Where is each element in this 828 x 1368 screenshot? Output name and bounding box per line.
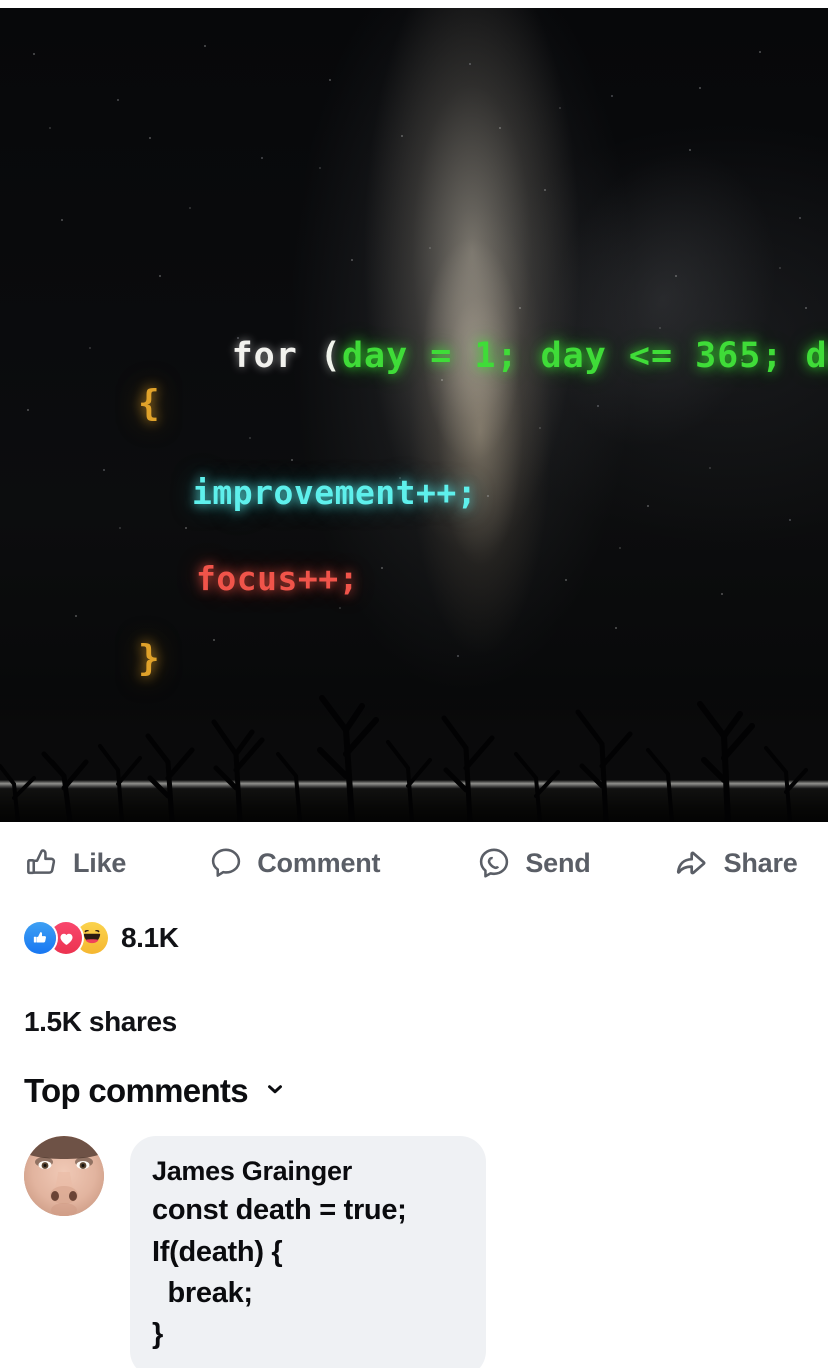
reaction-count: 8.1K (121, 922, 179, 953)
reaction-like-icon (24, 922, 56, 954)
share-label: Share (723, 847, 798, 878)
comment-label: Comment (257, 847, 381, 878)
avatar-photo (24, 1136, 104, 1216)
comment-bubble: James Grainger const death = true; If(de… (130, 1136, 486, 1368)
thumbs-up-icon (24, 845, 60, 881)
like-button[interactable]: Like (24, 845, 126, 881)
chevron-down-icon (264, 1078, 286, 1105)
top-comments-selector[interactable]: Top comments (24, 1072, 286, 1110)
post-action-bar: Like Comment Send Share (0, 822, 828, 904)
reactions-summary[interactable]: 8.1K (24, 922, 179, 954)
send-label: Send (525, 847, 591, 878)
messenger-send-icon (476, 845, 512, 881)
share-arrow-icon (673, 844, 711, 882)
comment-author[interactable]: James Grainger (152, 1152, 460, 1190)
share-button[interactable]: Share (673, 844, 798, 882)
share-count[interactable]: 1.5K shares (24, 1006, 177, 1038)
send-button[interactable]: Send (476, 845, 591, 881)
comment-item: James Grainger const death = true; If(de… (24, 1136, 486, 1368)
comment-button[interactable]: Comment (208, 845, 381, 881)
post-screen: for (day = 1; day <= 365; day++) { impro… (0, 0, 828, 1368)
comment-bubble-icon (208, 845, 244, 881)
top-comments-label: Top comments (24, 1072, 249, 1109)
post-image[interactable]: for (day = 1; day <= 365; day++) { impro… (0, 8, 828, 822)
avatar[interactable] (24, 1136, 104, 1216)
like-label: Like (73, 847, 127, 878)
tree-silhouettes (0, 695, 808, 822)
reaction-pills (24, 922, 108, 954)
comment-body: const death = true; If(death) { break; } (152, 1194, 407, 1350)
